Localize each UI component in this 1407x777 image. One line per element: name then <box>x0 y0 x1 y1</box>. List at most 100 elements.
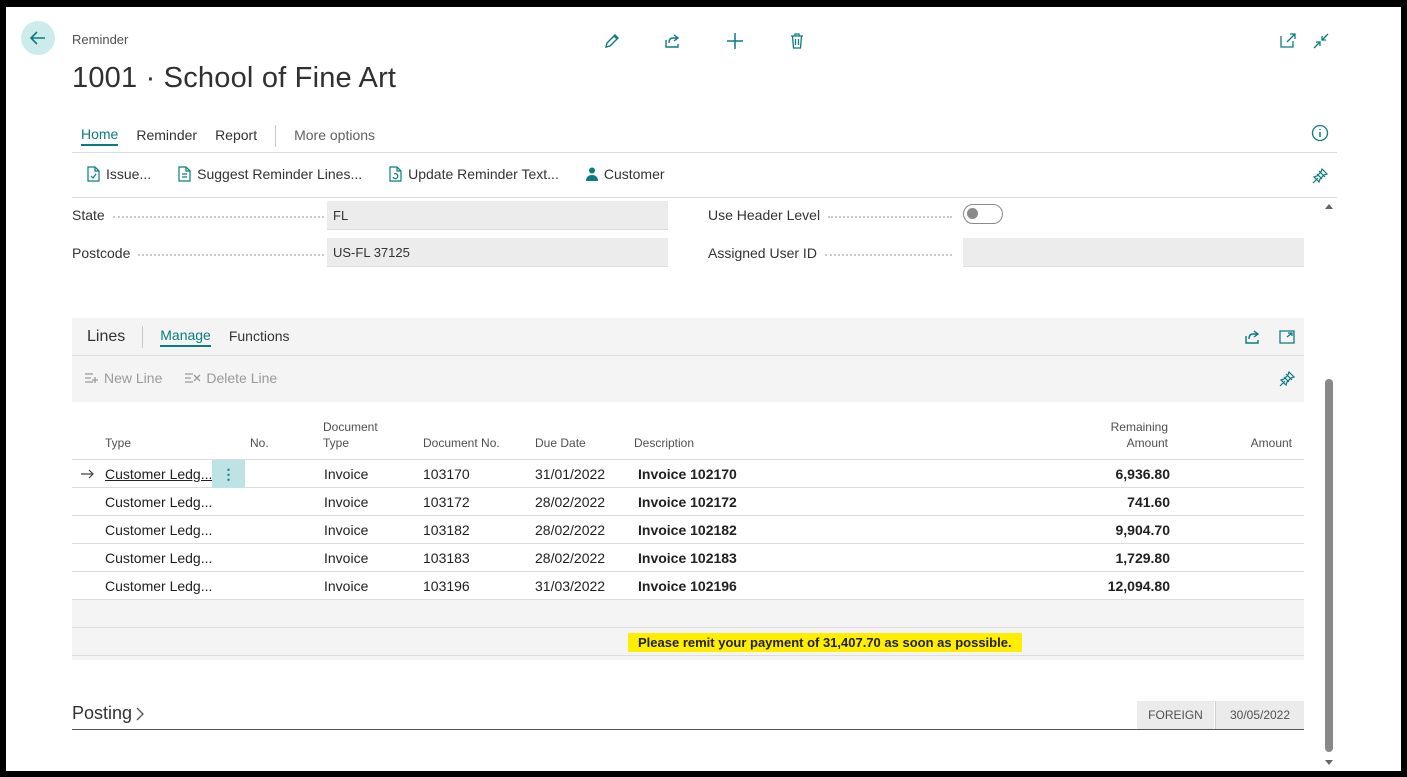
col-remaining-amount[interactable]: Remaining Amount <box>1092 419 1168 451</box>
dotted-leader <box>112 216 324 218</box>
col-document-no[interactable]: Document No. <box>423 435 500 451</box>
current-row-arrow-icon <box>81 469 94 479</box>
update-reminder-text-button[interactable]: Update Reminder Text... <box>388 166 559 182</box>
cell-document-no: 103182 <box>423 522 470 538</box>
reminder-page: Reminder 1001 · School of Fine Art Home <box>6 7 1401 771</box>
state-label-row: State <box>72 207 324 223</box>
dotted-leader <box>828 216 952 218</box>
page-caption: Reminder <box>72 32 129 47</box>
share-icon <box>1245 330 1260 344</box>
col-due-date[interactable]: Due Date <box>535 435 586 451</box>
postcode-label-row: Postcode <box>72 245 324 261</box>
pencil-icon <box>605 34 619 48</box>
tab-report[interactable]: Report <box>215 127 257 145</box>
cell-remaining-amount: 9,904.70 <box>1115 522 1171 538</box>
lines-title: Lines <box>87 327 126 345</box>
col-no[interactable]: No. <box>250 435 269 451</box>
state-field[interactable]: FL <box>327 201 668 230</box>
expand-icon <box>1279 330 1295 344</box>
tab-reminder[interactable]: Reminder <box>136 127 197 145</box>
pin-icon <box>1279 370 1296 387</box>
postcode-field[interactable]: US-FL 37125 <box>327 238 668 267</box>
cell-due-date: 31/01/2022 <box>535 466 606 482</box>
tab-more-options[interactable]: More options <box>294 127 375 145</box>
new-button[interactable] <box>724 30 746 52</box>
col-amount[interactable]: Amount <box>1212 435 1292 451</box>
share-button[interactable] <box>662 30 684 52</box>
suggest-reminder-lines-button[interactable]: Suggest Reminder Lines... <box>177 166 362 182</box>
lines-subpage: Lines Manage Functions New Line Delete L… <box>72 318 1304 660</box>
grid-header: Type No. Document Type Document No. Due … <box>72 402 1304 460</box>
cell-document-no: 103172 <box>423 494 470 510</box>
cell-remaining-amount: 1,729.80 <box>1115 550 1171 566</box>
delete-line-icon <box>185 373 201 383</box>
col-type[interactable]: Type <box>105 435 131 451</box>
update-text-icon <box>389 166 402 182</box>
assigned-user-id-field[interactable] <box>963 238 1304 267</box>
posting-section-header[interactable]: Posting <box>72 703 145 724</box>
pin-action-bar-button[interactable] <box>1309 165 1331 187</box>
new-line-button[interactable]: New Line <box>84 370 162 386</box>
table-row[interactable]: Customer Ledg... Invoice 103183 28/02/20… <box>72 544 1304 572</box>
edit-button[interactable] <box>601 30 623 52</box>
use-header-level-toggle[interactable] <box>963 204 1003 224</box>
cell-document-type: Invoice <box>324 578 369 594</box>
table-row[interactable]: Customer Ledg... ⋮ Invoice 103170 31/01/… <box>72 460 1304 488</box>
cell-due-date: 28/02/2022 <box>535 494 606 510</box>
lines-grid: Type No. Document Type Document No. Due … <box>72 402 1304 656</box>
cell-remaining-amount: 6,936.80 <box>1115 466 1171 482</box>
lines-pin-button[interactable] <box>1278 370 1296 388</box>
update-reminder-text-label: Update Reminder Text... <box>408 166 559 182</box>
info-button[interactable] <box>1309 122 1331 144</box>
plus-icon <box>727 33 743 49</box>
table-row[interactable]: Customer Ledg... Invoice 103172 28/02/20… <box>72 488 1304 516</box>
pin-icon <box>1312 167 1329 184</box>
open-in-new-icon <box>1280 33 1296 48</box>
tab-home[interactable]: Home <box>81 126 119 146</box>
posting-title: Posting <box>72 703 133 723</box>
cell-document-type: Invoice <box>324 550 369 566</box>
dotted-leader <box>824 254 952 256</box>
cell-document-type: Invoice <box>324 522 369 538</box>
col-description[interactable]: Description <box>634 435 694 451</box>
cell-description: Invoice 102196 <box>638 578 737 594</box>
col-document-type[interactable]: Document Type <box>323 419 378 451</box>
cell-type[interactable]: Customer Ledg... <box>105 494 212 510</box>
cell-type[interactable]: Customer Ledg... <box>105 550 212 566</box>
customer-label: Customer <box>603 166 665 182</box>
delete-button[interactable] <box>786 30 808 52</box>
scrollbar-thumb[interactable] <box>1325 379 1333 752</box>
scroll-up-icon[interactable] <box>1324 202 1334 210</box>
back-button[interactable] <box>21 21 55 55</box>
posting-badge-foreign: FOREIGN <box>1137 701 1214 729</box>
cell-type[interactable]: Customer Ledg... <box>105 466 212 482</box>
collapse-button[interactable] <box>1310 30 1332 52</box>
suggest-lines-icon <box>178 166 191 182</box>
issue-document-icon <box>87 166 100 182</box>
cell-remaining-amount: 12,094.80 <box>1107 578 1170 594</box>
arrow-left-icon <box>29 31 45 45</box>
posting-badge-date: 30/05/2022 <box>1215 701 1304 729</box>
cell-type[interactable]: Customer Ledg... <box>105 522 212 538</box>
open-new-window-button[interactable] <box>1277 30 1299 52</box>
table-row[interactable]: Customer Ledg... Invoice 103182 28/02/20… <box>72 516 1304 544</box>
new-line-icon <box>85 373 98 383</box>
issue-button[interactable]: Issue... <box>86 166 151 182</box>
tab-functions[interactable]: Functions <box>229 328 290 346</box>
cell-document-type: Invoice <box>324 494 369 510</box>
divider <box>72 197 1337 198</box>
row-menu-button[interactable]: ⋮ <box>212 460 245 488</box>
cell-type[interactable]: Customer Ledg... <box>105 578 212 594</box>
action-tabs: Home Reminder Report More options <box>81 125 393 147</box>
empty-row[interactable] <box>72 600 1304 628</box>
tab-manage[interactable]: Manage <box>160 327 211 347</box>
table-row[interactable]: Customer Ledg... Invoice 103196 31/03/20… <box>72 572 1304 600</box>
delete-line-button[interactable]: Delete Line <box>184 370 277 386</box>
customer-button[interactable]: Customer <box>585 166 665 182</box>
assigned-user-label-row: Assigned User ID <box>708 245 952 261</box>
lines-expand-button[interactable] <box>1278 328 1296 346</box>
lines-share-button[interactable] <box>1244 328 1262 346</box>
trash-icon <box>791 33 803 49</box>
delete-line-label: Delete Line <box>206 370 278 386</box>
scroll-down-icon[interactable] <box>1324 759 1334 767</box>
